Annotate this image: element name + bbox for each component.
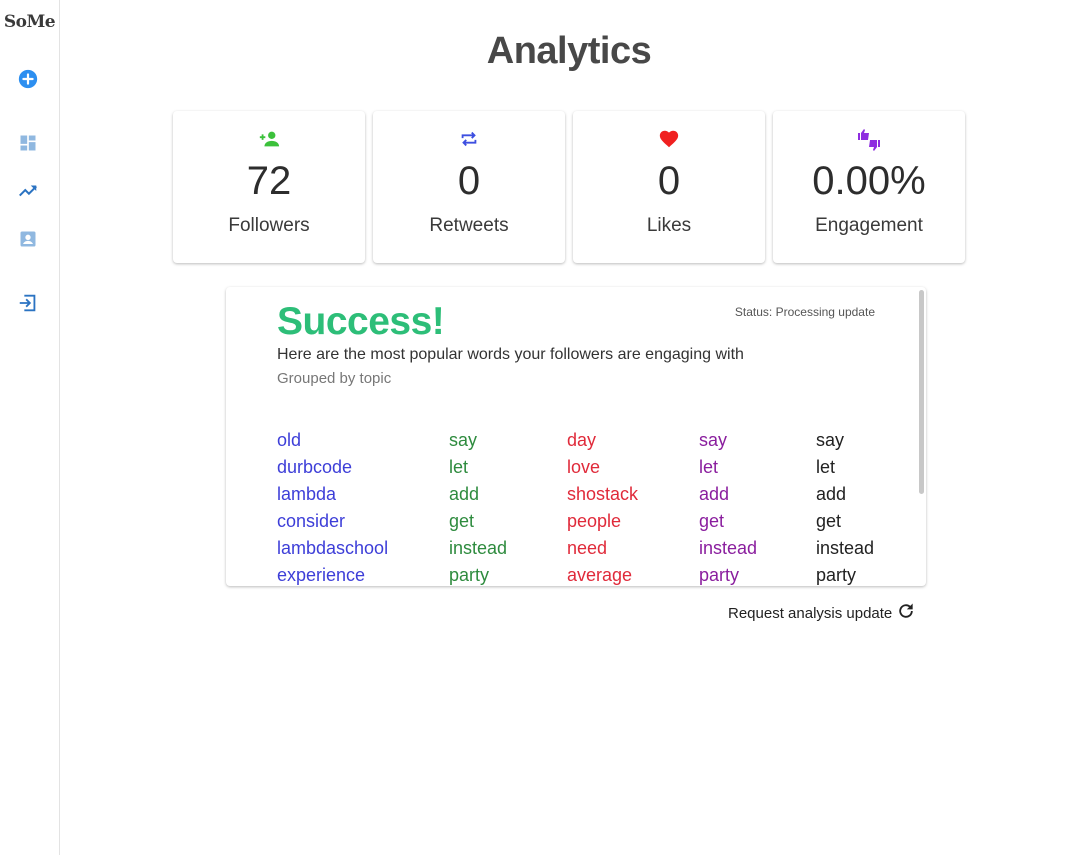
success-title: Success!: [277, 300, 445, 343]
stat-value: 0: [657, 159, 681, 203]
stat-card-engagement: 0.00% Engagement: [773, 111, 965, 263]
word-item: party: [699, 565, 740, 585]
request-analysis-update-button[interactable]: Request analysis update: [728, 601, 916, 625]
scrollbar-thumb[interactable]: [919, 290, 924, 494]
word-item: let: [816, 457, 836, 477]
word-item: add: [816, 484, 847, 504]
repeat-icon: [373, 128, 565, 152]
person-add-icon: [173, 128, 365, 152]
word-item: say: [449, 430, 478, 450]
word-item: love: [567, 457, 601, 477]
sidebar: SoMe: [0, 0, 60, 855]
word-item: add: [449, 484, 480, 504]
sign-in-icon[interactable]: [16, 291, 40, 315]
word-item: instead: [699, 538, 758, 558]
panel-scrollbar[interactable]: [916, 287, 926, 586]
refresh-icon: [896, 601, 916, 625]
word-item: say: [816, 430, 845, 450]
stat-card-followers: 72 Followers: [173, 111, 365, 263]
stat-label: Retweets: [429, 215, 509, 236]
stat-value: 0.00%: [812, 159, 926, 203]
stat-label: Followers: [228, 215, 310, 236]
word-item: let: [699, 457, 719, 477]
word-item: durbcode: [277, 457, 353, 477]
word-item: consider: [277, 511, 346, 531]
word-item: day: [567, 430, 597, 450]
page-title: Analytics: [486, 30, 652, 72]
stat-label: Engagement: [815, 215, 923, 236]
stat-card-likes: 0 Likes: [573, 111, 765, 263]
word-item: say: [699, 430, 728, 450]
trending-up-icon[interactable]: [16, 179, 40, 203]
word-item: party: [816, 565, 857, 585]
thumbs-up-down-icon: [773, 128, 965, 152]
word-item: lambda: [277, 484, 337, 504]
word-item: old: [277, 430, 302, 450]
word-item: instead: [449, 538, 508, 558]
word-item: get: [816, 511, 842, 531]
topic-column: say let add get instead party: [449, 427, 507, 586]
app-logo: SoMe: [3, 12, 56, 32]
status-text: Status: Processing update: [734, 305, 875, 319]
stat-value: 0: [457, 159, 481, 203]
stat-label: Likes: [646, 215, 692, 236]
stat-card-retweets: 0 Retweets: [373, 111, 565, 263]
word-item: people: [567, 511, 622, 531]
add-circle-icon[interactable]: [16, 67, 40, 91]
popular-words-panel: Success! Status: Processing update Here …: [226, 287, 926, 586]
refresh-label: Request analysis update: [728, 604, 893, 622]
word-item: lambdaschool: [277, 538, 389, 558]
grouping-label: Grouped by topic: [277, 370, 392, 387]
topic-column: old durbcode lambda consider lambdaschoo…: [277, 427, 388, 586]
stat-value: 72: [246, 159, 292, 203]
topic-column: day love shostack people need average: [567, 427, 638, 586]
panel-subtitle: Here are the most popular words your fol…: [277, 346, 744, 363]
account-box-icon[interactable]: [16, 227, 40, 251]
word-item: average: [567, 565, 633, 585]
word-item: party: [449, 565, 490, 585]
dashboard-icon[interactable]: [16, 131, 40, 155]
word-item: experience: [277, 565, 366, 585]
topic-column: say let add get instead party: [816, 427, 874, 586]
word-item: shostack: [567, 484, 639, 504]
word-item: instead: [816, 538, 875, 558]
word-item: get: [449, 511, 475, 531]
topic-column: say let add get instead party: [699, 427, 757, 586]
word-item: add: [699, 484, 730, 504]
word-item: let: [449, 457, 469, 477]
word-item: get: [699, 511, 725, 531]
heart-icon: [573, 128, 765, 152]
word-item: need: [567, 538, 608, 558]
